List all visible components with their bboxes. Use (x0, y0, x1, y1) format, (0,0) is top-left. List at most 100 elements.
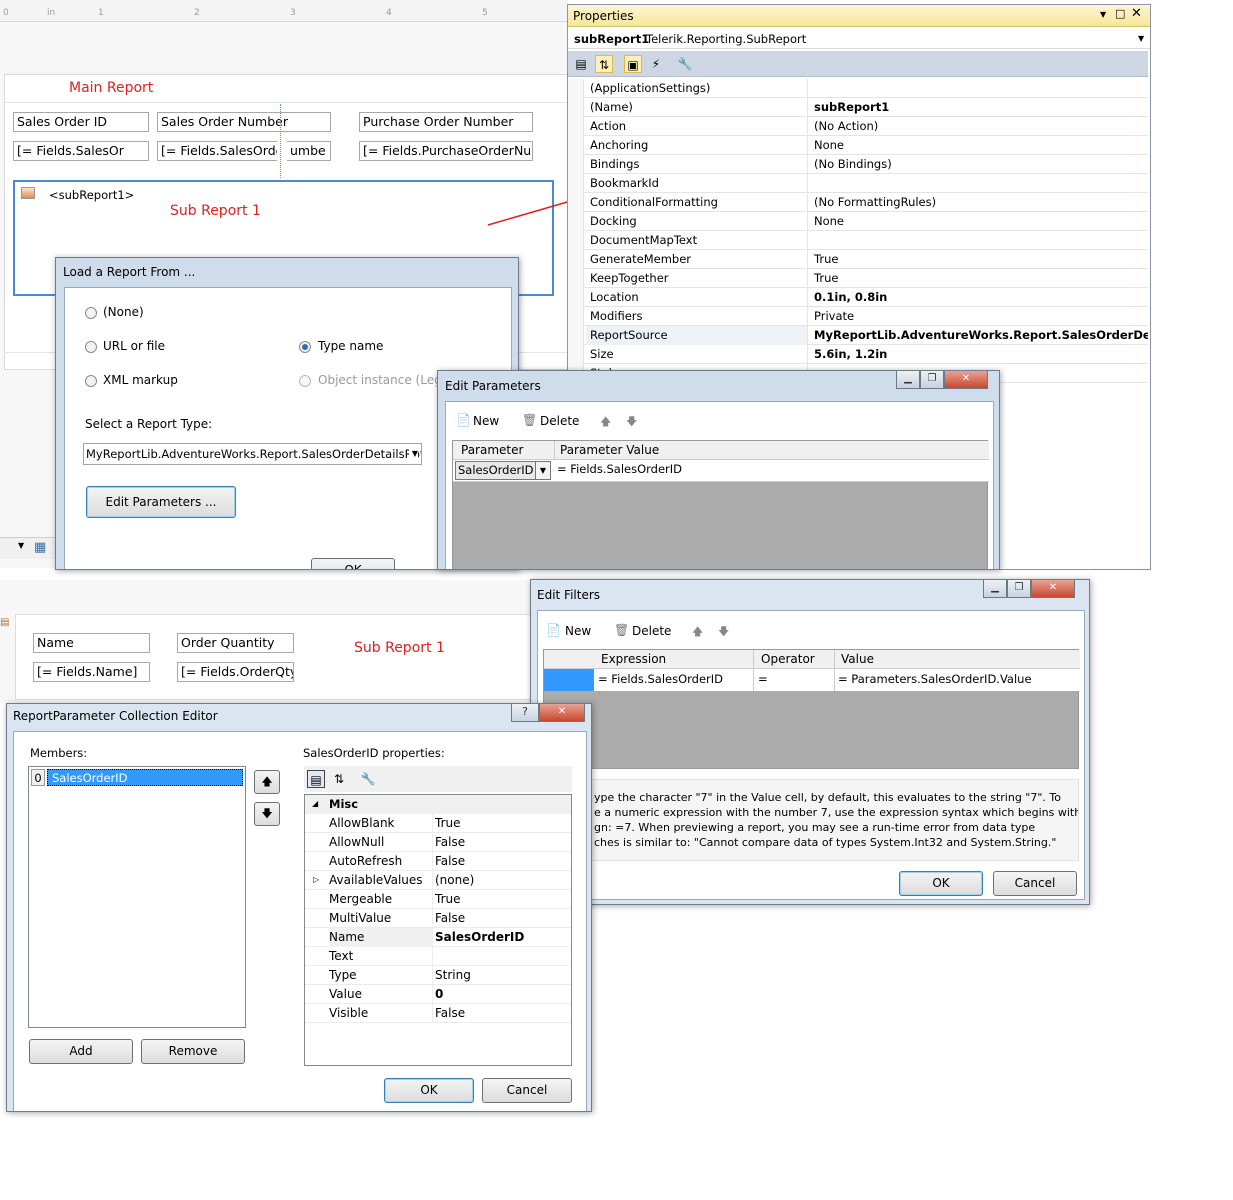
close-button[interactable]: ✕ (539, 704, 585, 722)
field-textbox[interactable]: [= Fields.Name] (33, 662, 150, 682)
property-value[interactable]: None (810, 212, 1148, 230)
property-row-multivalue[interactable]: MultiValue False (305, 909, 571, 928)
move-up-icon[interactable]: 🡅 (692, 623, 703, 642)
property-row-generatemember[interactable]: GenerateMember True (568, 250, 1148, 269)
move-down-icon[interactable]: 🡇 (718, 623, 729, 642)
property-value[interactable]: (No Action) (810, 117, 1148, 135)
maximize-button[interactable]: ❐ (920, 371, 944, 389)
field-textbox[interactable]: [= Fields.SalesOrde (157, 141, 277, 161)
property-value[interactable]: False (435, 852, 465, 870)
property-row-allowblank[interactable]: AllowBlank True (305, 814, 571, 833)
radio-xml-markup[interactable] (85, 375, 97, 387)
maximize-button[interactable]: ❐ (1007, 580, 1031, 598)
property-value[interactable]: SalesOrderID (435, 928, 524, 946)
property-row-location[interactable]: +Location0.1in, 0.8in (568, 288, 1148, 307)
property-row-visible[interactable]: Visible False (305, 1004, 571, 1023)
new-icon[interactable]: 📄 (546, 623, 561, 637)
members-list[interactable]: 0 SalesOrderID (28, 766, 246, 1028)
list-item[interactable]: 0 SalesOrderID (31, 769, 243, 786)
expand-icon[interactable]: ▷ (313, 871, 319, 889)
property-value[interactable]: False (435, 909, 465, 927)
report-type-select[interactable]: MyReportLib.AdventureWorks.Report.SalesO… (83, 443, 422, 465)
field-textbox[interactable]: [= Fields.OrderQty (177, 662, 294, 682)
property-value[interactable]: Private (810, 307, 1148, 325)
property-value[interactable]: (none) (435, 871, 474, 889)
grid-icon[interactable]: ▦ (34, 540, 46, 555)
property-row-mergeable[interactable]: Mergeable True (305, 890, 571, 909)
property-value[interactable]: 0.1in, 0.8in (810, 288, 1148, 306)
events-icon[interactable]: ⚡ (647, 55, 665, 73)
property-row-allownull[interactable]: AllowNull False (305, 833, 571, 852)
radio-type-name[interactable] (299, 341, 311, 353)
edit-parameters-button[interactable]: Edit Parameters ... (86, 486, 236, 518)
operator-cell[interactable]: = (758, 672, 768, 686)
new-button[interactable]: New (473, 414, 499, 428)
categorized-icon[interactable]: ▤ (572, 55, 590, 73)
radio-url-file[interactable] (85, 341, 97, 353)
parameter-value-cell[interactable]: = Fields.SalesOrderID (557, 462, 682, 476)
property-row-name[interactable]: (Name) subReport1 (568, 98, 1148, 117)
ok-button[interactable]: OK (899, 871, 983, 896)
close-button[interactable]: ✕ (1031, 580, 1075, 598)
dropdown-icon[interactable]: ▼ (1100, 10, 1106, 19)
radio-none[interactable] (85, 307, 97, 319)
params-row[interactable]: SalesOrderID ▼ = Fields.SalesOrderID (453, 460, 989, 482)
value-cell[interactable]: = Parameters.SalesOrderID.Value (838, 672, 1032, 686)
categorized-icon[interactable]: ▤ (307, 770, 325, 788)
property-value[interactable]: 5.6in, 1.2in (810, 345, 1148, 363)
add-button[interactable]: Add (29, 1039, 133, 1064)
alphabetical-icon[interactable]: ⇅ (330, 770, 348, 788)
field-textbox[interactable]: [= Fields.SalesOr (13, 141, 149, 161)
header-textbox[interactable]: Sales Order Number (157, 112, 331, 132)
trash-icon[interactable]: 🗑 (522, 413, 537, 427)
minimize-button[interactable]: ▁ (896, 371, 920, 389)
property-value[interactable]: True (435, 814, 461, 832)
property-value[interactable]: 0 (435, 985, 443, 1003)
delete-button[interactable]: Delete (632, 624, 671, 638)
property-row-reportsource[interactable]: ReportSource MyReportLib.AdventureWorks.R… (568, 326, 1148, 345)
property-row-applicationsettings[interactable]: +(ApplicationSettings) (568, 79, 1148, 98)
property-row-type[interactable]: Type String (305, 966, 571, 985)
expression-cell[interactable]: = Fields.SalesOrderID (598, 672, 723, 686)
move-up-button[interactable]: 🡅 (254, 770, 280, 794)
alphabetical-icon[interactable]: ⇅ (595, 55, 613, 73)
delete-button[interactable]: Delete (540, 414, 579, 428)
property-value[interactable]: True (435, 890, 461, 908)
property-row-documentmaptext[interactable]: DocumentMapText (568, 231, 1148, 250)
chevron-down-icon[interactable]: ▼ (535, 462, 550, 479)
parameter-combo[interactable]: SalesOrderID ▼ (455, 461, 551, 480)
minimize-button[interactable]: ▁ (983, 580, 1007, 598)
header-textbox[interactable]: Sales Order ID (13, 112, 149, 132)
cancel-button[interactable]: Cancel (993, 871, 1077, 896)
chevron-down-icon[interactable]: ▼ (18, 541, 24, 550)
property-row-conditionalformatting[interactable]: ConditionalFormatting (No FormattingRules… (568, 193, 1148, 212)
property-pages-icon[interactable]: 🔧 (359, 770, 377, 788)
move-down-button[interactable]: 🡇 (254, 802, 280, 826)
header-textbox[interactable]: Order Quantity (177, 633, 294, 653)
move-down-icon[interactable]: 🡇 (626, 413, 637, 432)
property-row-action[interactable]: Action (No Action) (568, 117, 1148, 136)
property-row-keeptogether[interactable]: KeepTogether True (568, 269, 1148, 288)
property-value[interactable]: MyReportLib.AdventureWorks.Report.SalesO… (810, 326, 1148, 344)
property-row-autorefresh[interactable]: AutoRefresh False (305, 852, 571, 871)
property-row-text[interactable]: Text (305, 947, 571, 966)
field-textbox[interactable]: umbe (287, 141, 331, 161)
property-row-availablevalues[interactable]: ▷ AvailableValues (none) (305, 871, 571, 890)
property-value[interactable]: (No Bindings) (810, 155, 1148, 173)
new-button[interactable]: New (565, 624, 591, 638)
object-selector[interactable]: subReport1 Telerik.Reporting.SubReport ▼ (568, 29, 1150, 49)
property-pages-icon[interactable]: 🔧 (676, 55, 694, 73)
header-textbox[interactable]: Name (33, 633, 150, 653)
property-value[interactable]: subReport1 (810, 98, 1148, 116)
resize-handle[interactable] (280, 104, 285, 178)
property-value[interactable]: None (810, 136, 1148, 154)
property-row-modifiers[interactable]: Modifiers Private (568, 307, 1148, 326)
property-row-docking[interactable]: Docking None (568, 212, 1148, 231)
property-value[interactable]: True (810, 269, 1148, 287)
new-icon[interactable]: 📄 (456, 413, 471, 427)
maximize-icon[interactable]: □ (1115, 7, 1125, 20)
field-textbox[interactable]: [= Fields.PurchaseOrderNu (359, 141, 533, 161)
filters-row[interactable]: = Fields.SalesOrderID = = Parameters.Sal… (544, 669, 1080, 691)
cancel-button[interactable]: Cancel (482, 1078, 572, 1103)
chevron-down-icon[interactable]: ▼ (408, 444, 418, 464)
